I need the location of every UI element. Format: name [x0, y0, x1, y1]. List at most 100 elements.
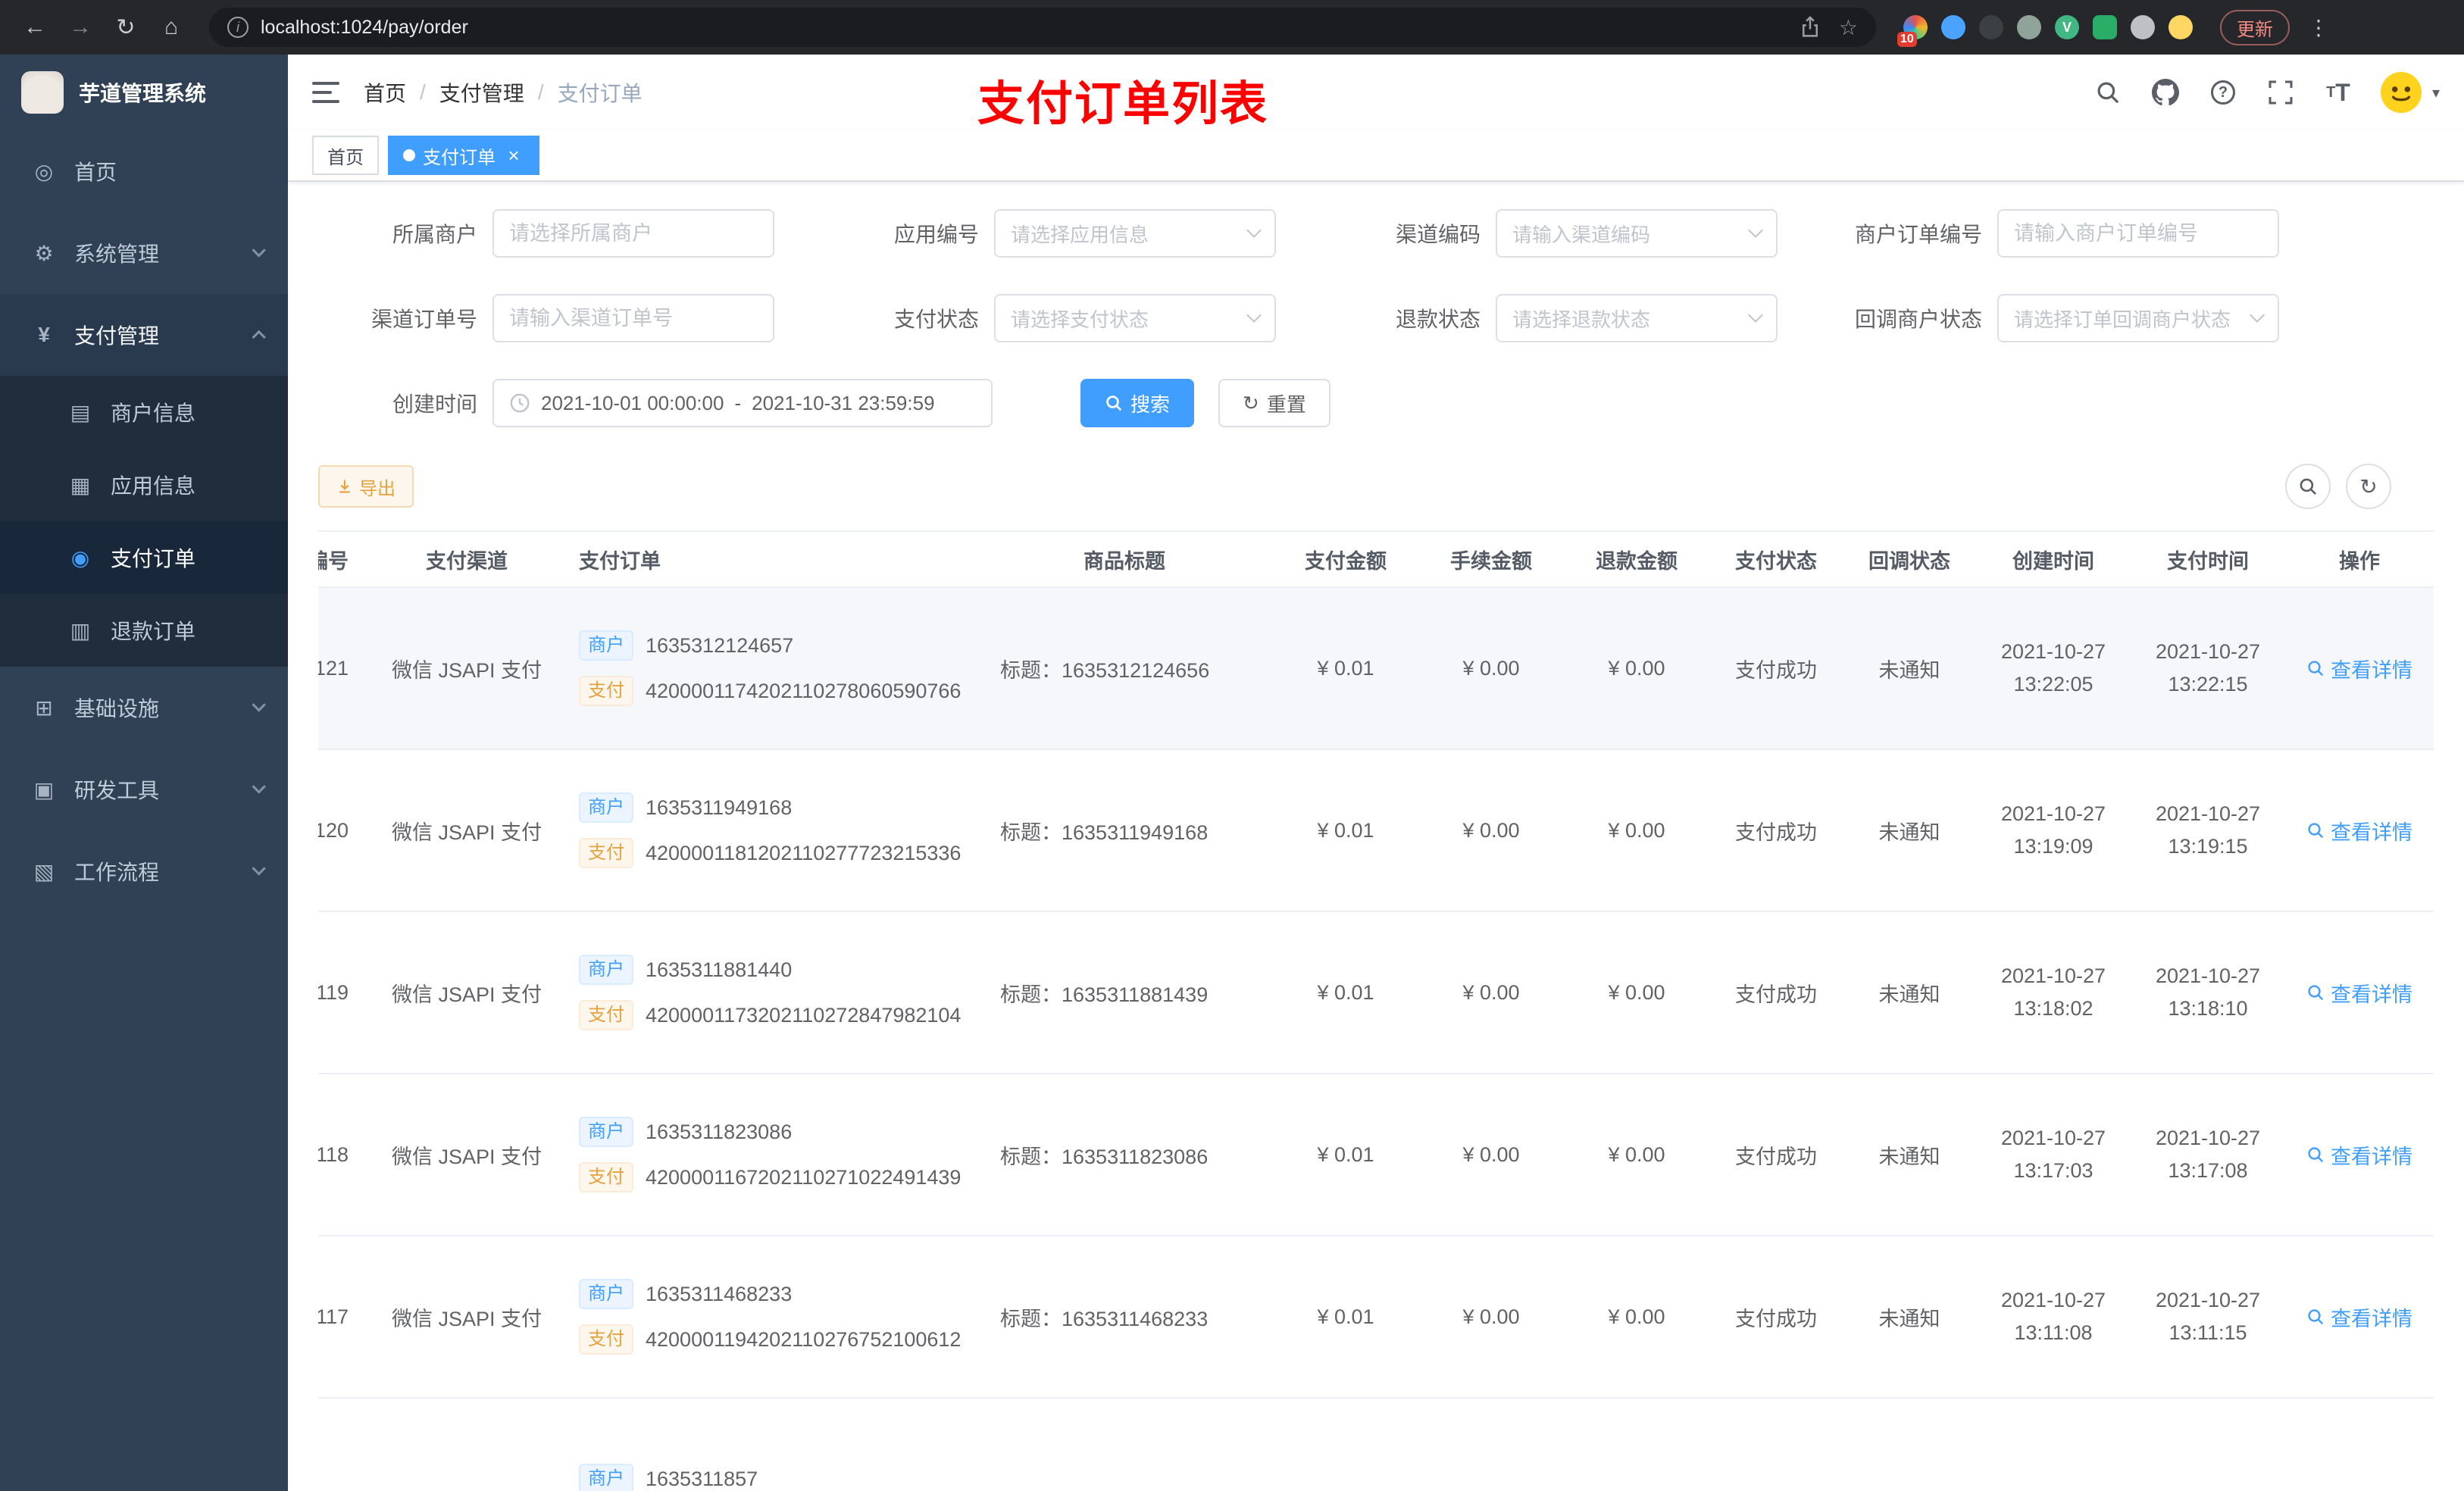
cell-pay-time: 2021-10-27 13:22:15: [2131, 587, 2285, 750]
view-detail-link[interactable]: 查看详情: [2306, 816, 2412, 846]
placeholder-text: 请选择订单回调商户状态: [2014, 308, 2231, 331]
cell-pay-time: 2021-10-27 13:18:10: [2131, 911, 2285, 1074]
cell-title: [976, 1398, 1273, 1491]
chevron-down-icon: [1246, 308, 1262, 323]
col-header-channel: 支付渠道: [367, 530, 567, 588]
chevron-down-icon: [1748, 223, 1763, 238]
sidebar-item-refund-order[interactable]: ▥ 退款订单: [0, 594, 288, 667]
colorwheel-extension-icon[interactable]: 10: [1897, 15, 1928, 47]
breadcrumb-home[interactable]: 首页: [364, 77, 406, 108]
cell-pay-order: 商户 1635311823086 支付 4200001167202110271022…: [567, 1074, 976, 1236]
table-row: 117 微信 JSAPI 支付 商户 1635311468233 支付 420000…: [318, 1236, 2434, 1399]
extensions-area: 10 V: [1897, 15, 2193, 47]
export-button[interactable]: 导出: [318, 465, 414, 508]
cell-fee: ¥ 0.00: [1418, 1074, 1564, 1236]
view-detail-link[interactable]: 查看详情: [2306, 654, 2412, 683]
gear-icon: ⚙: [34, 241, 54, 265]
cell-pay-order: 商户 1635311881440 支付 4200001173202110272847…: [567, 911, 976, 1074]
smiley-extension-icon[interactable]: [2169, 15, 2193, 39]
view-detail-link[interactable]: 查看详情: [2306, 1140, 2412, 1170]
sidebar-item-pay[interactable]: ¥ 支付管理: [0, 294, 288, 376]
green-chat-extension-icon[interactable]: [2093, 15, 2117, 39]
pin-extension-icon[interactable]: [2131, 15, 2155, 39]
search-icon[interactable]: [2093, 77, 2123, 108]
create-time-range-input[interactable]: 2021-10-01 00:00:00 - 2021-10-31 23:59:5…: [492, 379, 993, 427]
merchant-tag: 商户: [579, 1279, 633, 1309]
font-size-icon[interactable]: TT: [2323, 77, 2353, 108]
tab-home[interactable]: 首页: [312, 136, 379, 175]
browser-reload-icon[interactable]: ↻: [109, 14, 142, 41]
tab-close-icon[interactable]: ×: [503, 144, 524, 167]
chevron-down-icon: [2250, 308, 2265, 323]
view-detail-link[interactable]: 查看详情: [2306, 978, 2412, 1008]
pay-status-select[interactable]: 请选择支付状态: [994, 294, 1276, 342]
sidebar-item-pay-order[interactable]: ◉ 支付订单: [0, 521, 288, 594]
dark-globe-extension-icon[interactable]: [1979, 15, 2003, 39]
date-start: 2021-10-01 00:00:00: [541, 391, 724, 414]
orders-table-wrapper: 编号 支付渠道 支付订单 商品标题 支付金额 手续金额 退款金额 支付状态 回调…: [318, 530, 2434, 1491]
browser-back-icon[interactable]: ←: [18, 14, 52, 40]
breadcrumb-section[interactable]: 支付管理: [439, 77, 524, 108]
share-icon[interactable]: [1800, 16, 1821, 39]
sidebar-item-merchant-info[interactable]: ▤ 商户信息: [0, 376, 288, 449]
merchant-order-no-input[interactable]: [1997, 209, 2279, 258]
refresh-table-button[interactable]: ↻: [2346, 464, 2391, 509]
tags-view-bar: 首页 支付订单 ×: [288, 130, 2464, 182]
view-detail-link[interactable]: 查看详情: [2306, 1302, 2412, 1332]
sidebar-item-label: 基础设施: [74, 697, 160, 720]
cell-title: 标题：1635311949168: [976, 749, 1273, 912]
channel-order-no-input[interactable]: [492, 294, 774, 342]
sidebar-item-system[interactable]: ⚙ 系统管理: [0, 212, 288, 294]
pay-status-filter-label: 支付状态: [893, 308, 979, 331]
search-icon: [2308, 823, 2324, 839]
breadcrumb-current: 支付订单: [557, 82, 643, 105]
hide-search-button[interactable]: [2285, 464, 2331, 509]
sidebar-item-workflow[interactable]: ▧ 工作流程: [0, 830, 288, 912]
site-info-icon[interactable]: i: [227, 17, 249, 38]
tab-pay-order[interactable]: 支付订单 ×: [388, 136, 539, 175]
sidebar-item-infra[interactable]: ⊞ 基础设施: [0, 667, 288, 749]
vue-devtools-extension-icon[interactable]: V: [2055, 15, 2079, 39]
search-button[interactable]: 搜索: [1080, 379, 1195, 427]
github-icon[interactable]: [2150, 77, 2181, 108]
user-menu[interactable]: ▾: [2380, 72, 2440, 113]
search-icon: [2308, 1147, 2324, 1163]
help-icon[interactable]: ?: [2208, 77, 2238, 108]
sidebar-item-label: 工作流程: [74, 861, 160, 884]
cell-channel: 微信 JSAPI 支付: [367, 1236, 567, 1399]
yen-icon: ¥: [38, 323, 50, 346]
reset-button[interactable]: ↻ 重置: [1218, 379, 1330, 427]
sidebar-item-app-info[interactable]: ▦ 应用信息: [0, 449, 288, 521]
refund-status-select[interactable]: 请选择退款状态: [1496, 294, 1778, 342]
chevron-up-icon: [251, 330, 266, 345]
fullscreen-icon[interactable]: [2265, 77, 2296, 108]
cell-id: 120: [318, 749, 367, 912]
cell-pay-order: 商户 1635311857: [567, 1398, 976, 1491]
date-end: 2021-10-31 23:59:59: [752, 391, 935, 414]
merchant-tag: 商户: [579, 792, 633, 823]
cell-fee: ¥ 0.00: [1418, 1236, 1564, 1399]
channel-order-no-filter-label: 渠道订单号: [371, 308, 477, 331]
briefcase-icon: ▧: [33, 859, 55, 883]
cell-amount: ¥ 0.01: [1273, 1074, 1418, 1236]
sidebar-logo[interactable]: 芋道管理系统: [0, 55, 288, 130]
sidebar-item-home[interactable]: ◎ 首页: [0, 130, 288, 212]
app-no-select[interactable]: 请选择应用信息: [994, 209, 1276, 258]
cell-fee: ¥ 0.00: [1418, 587, 1564, 750]
sidebar-item-devtools[interactable]: ▣ 研发工具: [0, 749, 288, 830]
browser-menu-icon[interactable]: ⋮: [2308, 15, 2329, 40]
channel-code-select[interactable]: 请输入渠道编码: [1496, 209, 1778, 258]
pay-tag: 支付: [579, 676, 633, 706]
browser-update-button[interactable]: 更新: [2220, 9, 2290, 45]
browser-home-icon[interactable]: ⌂: [155, 14, 188, 40]
gray-dot-extension-icon[interactable]: [2017, 15, 2041, 39]
browser-forward-icon[interactable]: →: [64, 14, 97, 40]
notify-status-select[interactable]: 请选择订单回调商户状态: [1997, 294, 2279, 342]
address-bar[interactable]: i localhost:1024/pay/order ☆: [209, 8, 1876, 47]
cell-notify: 未通知: [1843, 1074, 1976, 1236]
sidebar-collapse-icon[interactable]: [312, 82, 339, 103]
cell-title: 标题：1635311468233: [976, 1236, 1273, 1399]
merchant-filter-input[interactable]: [492, 209, 774, 258]
water-drop-extension-icon[interactable]: [1941, 15, 1965, 39]
bookmark-star-icon[interactable]: ☆: [1839, 15, 1858, 40]
